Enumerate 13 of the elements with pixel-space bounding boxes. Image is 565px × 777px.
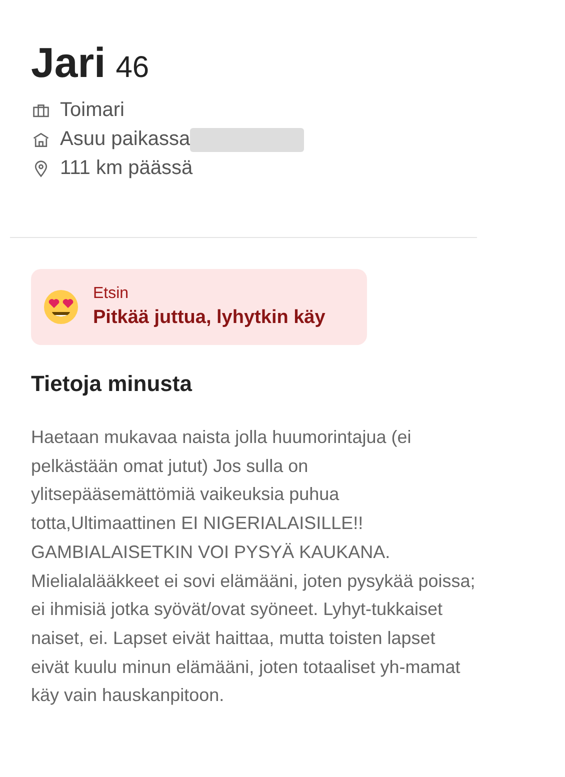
profile-name: Jari [31,40,106,86]
briefcase-icon [32,102,50,120]
heart-eyes-emoji-icon [43,289,79,325]
profile-age: 46 [116,51,150,85]
looking-for-label: Etsin [93,285,130,303]
bio-text: Haetaan mukavaa naista jolla huumorintajua (ei pelkästään omat jutut) Jos sulla on ylitsepääsemättömiä vaikeuksia puhua totta,Ultimaattinen EI NIGERIALAISILLE!! GAMBIALAISETKIN VOI PYSYÄ KAUKANA. Mielialalääkkeet ei sovi elämääni, joten pysykää poissa; ei ihmisiä jotka syövät/ovat syöneet. Lyhyt-tukkaiset naiset, ei. Lapset eivät haittaa, mutta toisten lapset eivät kuulu minun elämääni, joten totaaliset yh-mamat käy vain hauskanpitoon. [31,426,476,708]
looking-for-value: Pitkää juttua, lyhytkin käy [93,307,326,329]
detail-text: 111 km päässä [60,157,193,180]
detail-text: Toimari [60,99,124,122]
house-icon [32,130,50,148]
detail-text: Asuu paikassa [60,128,190,151]
location-pin-icon [32,160,50,178]
section-heading: Tietoja minusta [31,371,194,397]
